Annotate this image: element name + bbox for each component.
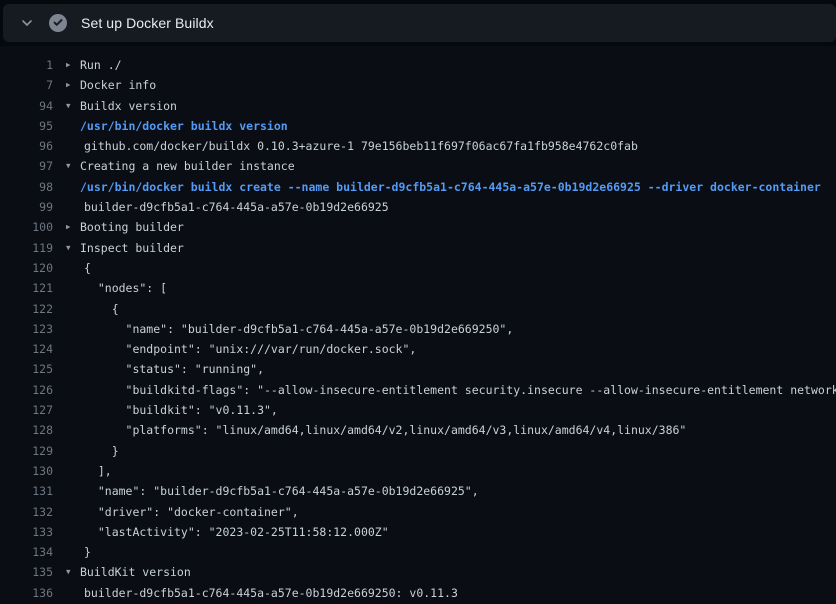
log-text: /usr/bin/docker buildx version [80, 116, 288, 136]
line-number[interactable]: 121 [0, 278, 53, 298]
line-number[interactable]: 124 [0, 339, 53, 359]
log-text: Booting builder [80, 217, 184, 237]
log-line: 123 "name": "builder-d9cfb5a1-c764-445a-… [0, 319, 836, 339]
log-line: 95 /usr/bin/docker buildx version [0, 116, 836, 136]
group-toggle-icon: ▶ [66, 75, 80, 95]
line-number[interactable]: 122 [0, 299, 53, 319]
log-line: 124 "endpoint": "unix:///var/run/docker.… [0, 339, 836, 359]
log-text: "driver": "docker-container", [84, 502, 299, 522]
log-text: "name": "builder-d9cfb5a1-c764-445a-a57e… [84, 481, 479, 501]
log-text: BuildKit version [80, 562, 191, 582]
log-line[interactable]: 94 ▼ Buildx version [0, 96, 836, 116]
log-line: 98 /usr/bin/docker buildx create --name … [0, 177, 836, 197]
log-text: "name": "builder-d9cfb5a1-c764-445a-a57e… [84, 319, 513, 339]
log-text: "buildkit": "v0.11.3", [84, 400, 278, 420]
line-number[interactable]: 127 [0, 400, 53, 420]
log-line: 126 "buildkitd-flags": "--allow-insecure… [0, 380, 836, 400]
chevron-down-icon[interactable] [19, 15, 35, 31]
log-line: 130 ], [0, 461, 836, 481]
log-text: } [84, 441, 119, 461]
line-number[interactable]: 128 [0, 420, 53, 440]
step-header[interactable]: Set up Docker Buildx [3, 4, 836, 42]
log-line[interactable]: 100 ▶ Booting builder [0, 217, 836, 237]
log-text: Docker info [80, 75, 156, 95]
log-line: 134 } [0, 542, 836, 562]
line-number[interactable]: 7 [0, 75, 53, 95]
line-number[interactable]: 132 [0, 502, 53, 522]
line-number[interactable]: 123 [0, 319, 53, 339]
line-number[interactable]: 133 [0, 522, 53, 542]
line-number[interactable]: 125 [0, 359, 53, 379]
log-text: "platforms": "linux/amd64,linux/amd64/v2… [84, 420, 686, 440]
log-text: { [84, 258, 91, 278]
line-number[interactable]: 1 [0, 55, 53, 75]
log-line[interactable]: 1 ▶ Run ./ [0, 55, 836, 75]
log-line: 120 { [0, 258, 836, 278]
log-text: builder-d9cfb5a1-c764-445a-a57e-0b19d2e6… [84, 583, 458, 603]
log-line: 96 github.com/docker/buildx 0.10.3+azure… [0, 136, 836, 156]
line-number[interactable]: 97 [0, 156, 53, 176]
group-toggle-icon: ▼ [66, 156, 80, 176]
line-number[interactable]: 98 [0, 177, 53, 197]
log-line: 133 "lastActivity": "2023-02-25T11:58:12… [0, 522, 836, 542]
log-text: "buildkitd-flags": "--allow-insecure-ent… [84, 380, 836, 400]
group-toggle-icon: ▼ [66, 238, 80, 258]
line-number[interactable]: 119 [0, 238, 53, 258]
log-line: 129 } [0, 441, 836, 461]
log-line[interactable]: 97 ▼ Creating a new builder instance [0, 156, 836, 176]
line-number[interactable]: 130 [0, 461, 53, 481]
log-line: 121 "nodes": [ [0, 278, 836, 298]
log-line[interactable]: 135 ▼ BuildKit version [0, 562, 836, 582]
log-text: } [84, 542, 91, 562]
step-title: Set up Docker Buildx [81, 15, 214, 31]
log-text: ], [84, 461, 112, 481]
log-text: "lastActivity": "2023-02-25T11:58:12.000… [84, 522, 389, 542]
line-number[interactable]: 131 [0, 481, 53, 501]
line-number[interactable]: 94 [0, 96, 53, 116]
log-text: Creating a new builder instance [80, 156, 295, 176]
line-number[interactable]: 120 [0, 258, 53, 278]
log-text: Run ./ [80, 55, 122, 75]
log-line: 122 { [0, 299, 836, 319]
log-text: builder-d9cfb5a1-c764-445a-a57e-0b19d2e6… [84, 197, 389, 217]
line-number[interactable]: 96 [0, 136, 53, 156]
line-number[interactable]: 129 [0, 441, 53, 461]
log-line: 99 builder-d9cfb5a1-c764-445a-a57e-0b19d… [0, 197, 836, 217]
check-circle-icon [49, 14, 67, 32]
line-number[interactable]: 134 [0, 542, 53, 562]
line-number[interactable]: 95 [0, 116, 53, 136]
log-text: "status": "running", [84, 359, 264, 379]
log-line: 128 "platforms": "linux/amd64,linux/amd6… [0, 420, 836, 440]
group-toggle-icon: ▼ [66, 96, 80, 116]
line-number[interactable]: 100 [0, 217, 53, 237]
group-toggle-icon: ▼ [66, 562, 80, 582]
log-line: 127 "buildkit": "v0.11.3", [0, 400, 836, 420]
log-line[interactable]: 7 ▶ Docker info [0, 75, 836, 95]
log-text: "endpoint": "unix:///var/run/docker.sock… [84, 339, 416, 359]
line-number[interactable]: 135 [0, 562, 53, 582]
log-line: 125 "status": "running", [0, 359, 836, 379]
group-toggle-icon: ▶ [66, 55, 80, 75]
log-text: "nodes": [ [84, 278, 167, 298]
line-number[interactable]: 136 [0, 583, 53, 603]
line-number[interactable]: 126 [0, 380, 53, 400]
log-line[interactable]: 119 ▼ Inspect builder [0, 238, 836, 258]
log-text: /usr/bin/docker buildx create --name bui… [80, 177, 821, 197]
log-line: 136 builder-d9cfb5a1-c764-445a-a57e-0b19… [0, 583, 836, 603]
log-text: Buildx version [80, 96, 177, 116]
log-line: 131 "name": "builder-d9cfb5a1-c764-445a-… [0, 481, 836, 501]
line-number[interactable]: 99 [0, 197, 53, 217]
log-text: Inspect builder [80, 238, 184, 258]
group-toggle-icon: ▶ [66, 217, 80, 237]
log-text: { [84, 299, 119, 319]
log-text: github.com/docker/buildx 0.10.3+azure-1 … [84, 136, 638, 156]
log-line: 132 "driver": "docker-container", [0, 502, 836, 522]
log-panel: 1 ▶ Run ./ 7 ▶ Docker info 94 ▼ Buildx v… [0, 46, 836, 604]
